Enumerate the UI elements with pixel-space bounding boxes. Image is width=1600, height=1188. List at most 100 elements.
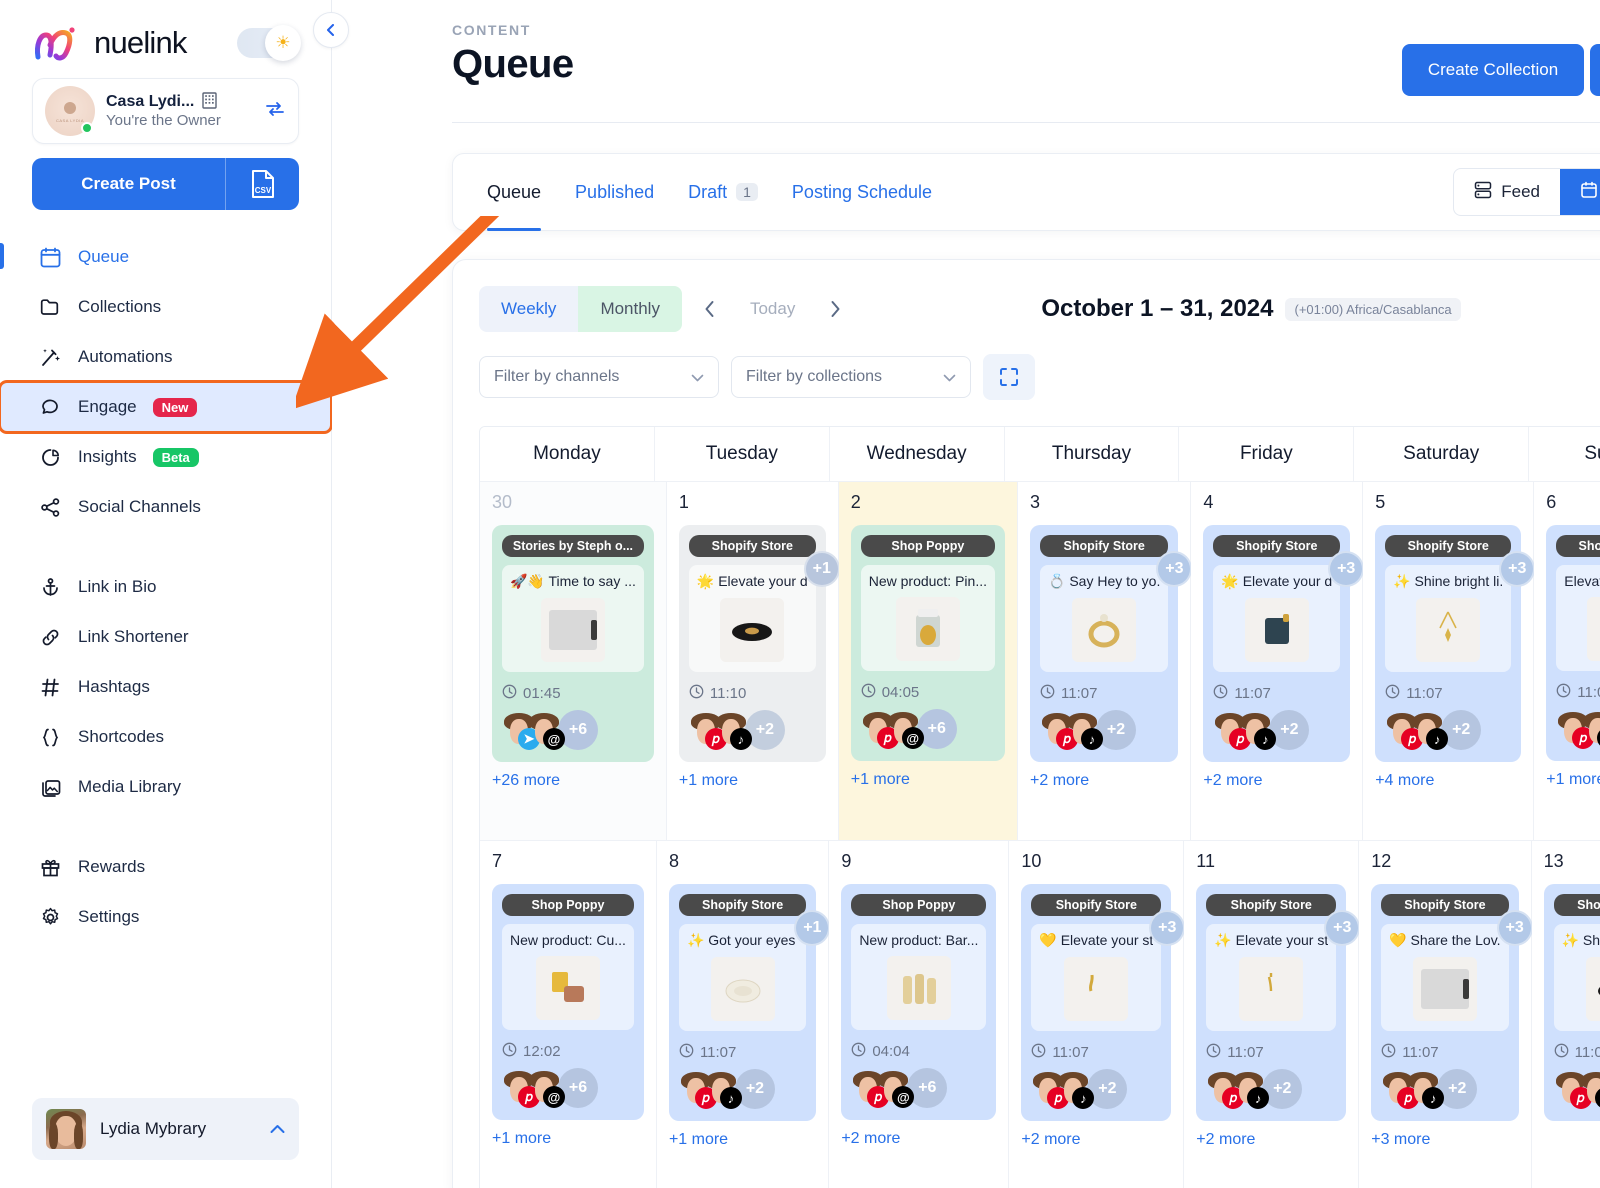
create-post-button[interactable]: Create Post	[1590, 44, 1600, 96]
channel-avatar[interactable]: @	[527, 713, 565, 750]
more-posts-link[interactable]: +26 more	[492, 772, 654, 790]
calendar-post-card[interactable]: Shopify Store✨ Shine bright li.+311:07𝑝♪…	[1543, 884, 1600, 1121]
calendar-post-card[interactable]: Shopify Store 🌟 Elevate your d +1 11:10 𝑝 ♪ +2	[678, 525, 840, 762]
channel-avatar[interactable]: ♪	[714, 713, 752, 750]
more-posts-link[interactable]: +2 more	[1030, 772, 1178, 790]
calendar-day-cell[interactable]: 8 Shopify Store ✨ Got your eyes +1 11:07 𝑝 ♪ +2…	[656, 841, 831, 1188]
channel-avatar[interactable]: @	[527, 1071, 565, 1108]
tab-draft[interactable]: Draft 1	[688, 154, 758, 230]
more-posts-link[interactable]: +1 more	[1546, 771, 1600, 789]
channel-avatar-overflow[interactable]: +6	[907, 1068, 948, 1108]
calendar-day-cell[interactable]: 4 Shopify Store 🌟 Elevate your d +3 11:07 𝑝 ♪ +…	[1191, 482, 1365, 840]
sidebar-item-social-channels[interactable]: Social Channels	[32, 482, 299, 532]
weekly-button[interactable]: Weekly	[479, 286, 579, 332]
tab-posting-schedule[interactable]: Posting Schedule	[792, 154, 932, 230]
more-posts-link[interactable]: +1 more	[492, 1130, 644, 1148]
more-posts-link[interactable]: +1 more	[669, 1131, 816, 1149]
more-posts-link[interactable]: +2 more	[1203, 772, 1350, 790]
channel-avatar-overflow[interactable]: +2	[1441, 710, 1482, 750]
sidebar-item-automations[interactable]: Automations	[32, 332, 299, 382]
calendar-post-card[interactable]: Shopify Store ✨ Elevate your st +3 11:07 𝑝 ♪ +…	[1196, 884, 1361, 1121]
sidebar-item-queue[interactable]: Queue	[0, 232, 299, 282]
calendar-day-cell[interactable]: 3 Shopify Store 💍 Say Hey to yo. +3 11:07 𝑝 ♪ +…	[1018, 482, 1193, 840]
channel-avatar-overflow[interactable]: +2	[1096, 710, 1136, 750]
calendar-post-card[interactable]: Shopify Store 💛 Share the Lov. +3 11:07 𝑝 ♪ +2	[1371, 884, 1533, 1121]
calendar-post-card[interactable]: Shop Poppy New product: Pin... 04:05 𝑝 @ +6	[850, 525, 1005, 761]
calendar-day-cell[interactable]: 11 Shopify Store ✨ Elevate your st +3 11:07 𝑝…	[1184, 841, 1361, 1188]
view-toggle-feed[interactable]: Feed	[1454, 169, 1560, 215]
channel-avatar[interactable]: ♪	[704, 1072, 742, 1109]
calendar-post-card[interactable]: Shopify Store ✨ Got your eyes +1 11:07 𝑝 ♪ +2	[668, 884, 831, 1121]
chevron-up-icon[interactable]	[270, 1121, 285, 1138]
filter-channels-select[interactable]: Filter by channels	[479, 356, 719, 398]
calendar-day-cell[interactable]: 13Shopify Store✨ Shine bright li.+311:07…	[1531, 841, 1600, 1188]
channel-avatar[interactable]: ♪	[1238, 713, 1277, 750]
more-posts-link[interactable]: +4 more	[1375, 772, 1521, 790]
post-overflow-badge[interactable]: +1	[803, 551, 840, 587]
tab-queue[interactable]: Queue	[487, 154, 542, 231]
post-overflow-badge[interactable]: +3	[1324, 910, 1361, 946]
channel-avatar[interactable]: ♪	[1231, 1072, 1270, 1109]
today-button[interactable]: Today	[738, 286, 807, 332]
channel-avatar[interactable]: @	[886, 712, 924, 749]
more-posts-link[interactable]: +3 more	[1371, 1131, 1518, 1149]
more-posts-link[interactable]: +2 more	[1196, 1131, 1346, 1149]
calendar-post-card[interactable]: Shopify StoreElevate your boar+311:07𝑝♪+…	[1546, 525, 1600, 761]
fullscreen-button[interactable]	[983, 354, 1035, 400]
calendar-post-card[interactable]: Shopify Store 💛 Elevate your st +3 11:07 𝑝 ♪ +…	[1021, 884, 1186, 1121]
channel-avatar-overflow[interactable]: +2	[1262, 1069, 1303, 1109]
filter-collections-select[interactable]: Filter by collections	[731, 356, 971, 398]
calendar-post-card[interactable]: Shop Poppy New product: Bar... 04:04 𝑝 @ +6	[841, 884, 997, 1120]
channel-avatar-overflow[interactable]: +2	[1269, 710, 1310, 750]
channel-avatar[interactable]: ♪	[1406, 1072, 1445, 1109]
workspace-switcher[interactable]: CASA LYDIA Casa Lydi... You're the Owner	[32, 78, 299, 144]
calendar-post-card[interactable]: Shopify Store✨ Shine bright li.+311:07𝑝♪…	[1375, 525, 1536, 762]
tab-published[interactable]: Published	[575, 154, 654, 230]
user-account-card[interactable]: Lydia Mybrary	[32, 1098, 299, 1160]
channel-avatar-overflow[interactable]: +2	[744, 710, 785, 750]
more-posts-link[interactable]: +2 more	[841, 1130, 996, 1148]
calendar-day-cell[interactable]: 5 Shopify Store ✨ Shine bright li. +3 11:07 𝑝…	[1363, 482, 1536, 840]
channel-avatar-overflow[interactable]: +2	[1087, 1069, 1128, 1109]
channel-avatar-overflow[interactable]: +2	[734, 1069, 775, 1109]
calendar-day-cell[interactable]: 10 Shopify Store 💛 Elevate your st +3 11:07 𝑝…	[1009, 841, 1186, 1188]
post-overflow-badge[interactable]: +3	[1149, 910, 1186, 946]
create-collection-button[interactable]: Create Collection	[1401, 44, 1585, 96]
chevron-left-icon[interactable]	[690, 286, 730, 332]
calendar-post-card[interactable]: Stories by Steph o... 🚀👋 Time to say ... 0…	[492, 525, 654, 762]
chevron-right-icon[interactable]	[815, 286, 855, 332]
calendar-day-cell[interactable]: 6Shopify StoreElevate your boar+311:07𝑝♪…	[1534, 482, 1600, 840]
view-toggle-calendar[interactable]: Calendar	[1559, 169, 1600, 215]
calendar-post-card[interactable]: Shopify Store 🌟 Elevate your d +3 11:07 𝑝 ♪ +2	[1203, 525, 1365, 762]
calendar-day-cell[interactable]: 1 Shopify Store 🌟 Elevate your d +1 11:10 𝑝 ♪ +…	[666, 482, 840, 840]
switch-workspace-icon[interactable]	[264, 99, 286, 124]
collapse-sidebar-button[interactable]	[313, 12, 349, 48]
channel-avatar[interactable]: ♪	[1065, 713, 1103, 750]
more-posts-link[interactable]: +2 more	[1021, 1131, 1171, 1149]
calendar-post-card[interactable]: Shop Poppy New product: Cu... 12:02 𝑝 @ +6	[492, 884, 644, 1120]
sidebar-item-insights[interactable]: Insights Beta	[32, 432, 299, 482]
channel-avatar[interactable]: ♪	[1410, 713, 1449, 750]
channel-avatar[interactable]: ♪	[1056, 1072, 1095, 1109]
theme-toggle[interactable]: ☀	[237, 25, 301, 61]
sidebar-item-collections[interactable]: Collections	[32, 282, 299, 332]
calendar-day-cell[interactable]: 2 Shop Poppy New product: Pin... 04:05 𝑝 @ +6 +…	[838, 482, 1018, 840]
calendar-day-cell[interactable]: 30 Stories by Steph o... 🚀👋 Time to say ..…	[480, 482, 667, 840]
sidebar-item-settings[interactable]: Settings	[32, 892, 299, 942]
post-overflow-badge[interactable]: +3	[1328, 551, 1365, 587]
sidebar-item-link-shortener[interactable]: Link Shortener	[32, 612, 299, 662]
sidebar-item-media-library[interactable]: Media Library	[32, 762, 299, 812]
sidebar-create-post-button[interactable]: Create Post CSV	[32, 158, 299, 210]
sidebar-item-engage[interactable]: Engage New	[0, 380, 333, 434]
channel-avatar-overflow[interactable]: +6	[558, 1068, 598, 1108]
calendar-day-cell[interactable]: 12 Shopify Store 💛 Share the Lov. +3 11:07 𝑝 ♪…	[1359, 841, 1533, 1188]
channel-avatar-overflow[interactable]: +6	[558, 710, 598, 750]
calendar-day-cell[interactable]: 7 Shop Poppy New product: Cu... 12:02 𝑝 @ +6 +1…	[480, 841, 657, 1188]
more-posts-link[interactable]: +1 more	[851, 771, 1005, 789]
post-overflow-badge[interactable]: +3	[1156, 551, 1193, 587]
sidebar-item-rewards[interactable]: Rewards	[32, 842, 299, 892]
sidebar-item-hashtags[interactable]: Hashtags	[32, 662, 299, 712]
post-overflow-badge[interactable]: +1	[794, 910, 831, 946]
channel-avatar-overflow[interactable]: +2	[1437, 1069, 1478, 1109]
post-overflow-badge[interactable]: +3	[1499, 551, 1536, 587]
